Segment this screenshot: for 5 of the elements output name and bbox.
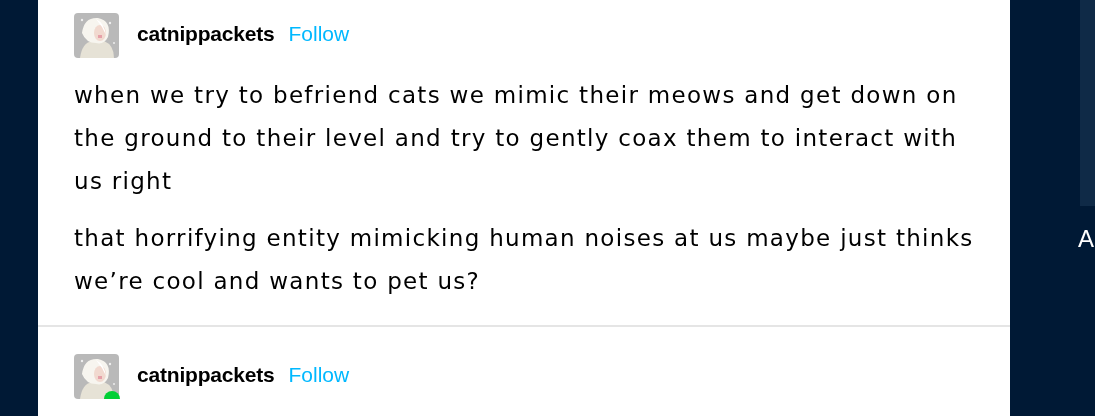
username[interactable]: catnippackets xyxy=(137,359,275,391)
sidebar-heading: A xyxy=(1078,224,1095,254)
post-paragraph: that horrifying entity mimicking human noises at us maybe just thinks we’re cool and wants to pet us? xyxy=(74,224,974,296)
post-paragraph: when we try to befriend cats we mimic their meows and get down on the ground to their level and try to gently coax them to interact with us right xyxy=(74,81,959,196)
username[interactable]: catnippackets xyxy=(137,18,275,50)
